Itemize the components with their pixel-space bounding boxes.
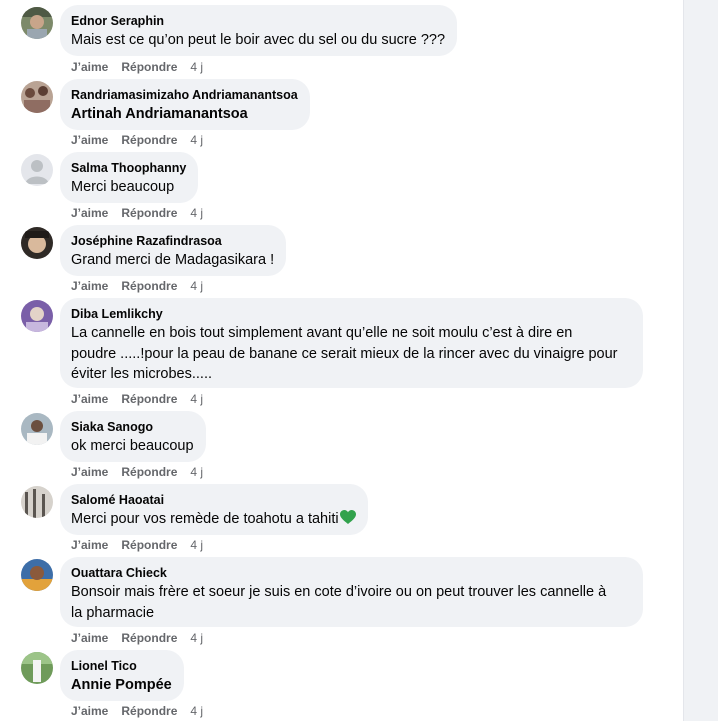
comment-actions: J’aime Répondre 4 j: [71, 465, 216, 479]
avatar[interactable]: [21, 154, 53, 186]
comment-bubble: Siaka Sanogo ok merci beaucoup: [60, 411, 206, 462]
comment-text: Bonsoir mais frère et soeur je suis en c…: [71, 582, 631, 623]
avatar[interactable]: [21, 652, 53, 684]
avatar[interactable]: [21, 227, 53, 259]
avatar[interactable]: [21, 559, 53, 591]
comment-text-line: La cannelle en bois tout simplement avan…: [71, 325, 573, 341]
comment-bubble: Salma Thoophanny Merci beaucoup: [60, 152, 199, 203]
comment-actions: J’aime Répondre 4 j: [71, 392, 216, 406]
comment-author[interactable]: Lionel Tico: [71, 659, 172, 674]
comment-actions: J’aime Répondre 4 j: [71, 631, 216, 645]
avatar[interactable]: [21, 413, 53, 445]
avatar[interactable]: [21, 300, 53, 332]
reply-button[interactable]: Répondre: [121, 465, 177, 479]
comment-time[interactable]: 4 j: [190, 392, 203, 406]
comment-bubble: Salomé Haoatai Merci pour vos remède de …: [60, 484, 368, 535]
comment-section: Ednor Seraphin Mais est ce qu’on peut le…: [0, 0, 718, 721]
comment-actions: J’aime Répondre 4 j: [71, 704, 216, 718]
tagged-user-link[interactable]: Artinah Andriamanantsoa: [71, 104, 298, 125]
comment-time[interactable]: 4 j: [190, 465, 203, 479]
comment-author[interactable]: Randriamasimizaho Andriamanantsoa: [71, 88, 298, 103]
comment-bubble: Lionel Tico Annie Pompée: [60, 650, 184, 701]
avatar[interactable]: [21, 486, 53, 518]
comment-actions: J’aime Répondre 4 j: [71, 133, 216, 147]
comment-text: Mais est ce qu’on peut le boir avec du s…: [71, 32, 446, 48]
comment-time[interactable]: 4 j: [190, 133, 203, 147]
like-button[interactable]: J’aime: [71, 538, 108, 552]
comment-time[interactable]: 4 j: [190, 538, 203, 552]
comment-author[interactable]: Siaka Sanogo: [71, 420, 194, 435]
avatar[interactable]: [21, 81, 53, 113]
comment-bubble: Diba Lemlikchy La cannelle en bois tout …: [60, 298, 643, 388]
like-button[interactable]: J’aime: [71, 206, 108, 220]
comment-text: Merci pour vos remède de toahotu a tahit…: [71, 509, 356, 532]
comment-text-line: Bonsoir mais frère et soeur je suis en c…: [71, 584, 607, 600]
comment-bubble: Randriamasimizaho Andriamanantsoa Artina…: [60, 79, 310, 130]
comment-text: Grand merci de Madagasikara !: [71, 252, 275, 268]
comment-author[interactable]: Diba Lemlikchy: [71, 307, 631, 322]
like-button[interactable]: J’aime: [71, 631, 108, 645]
reply-button[interactable]: Répondre: [121, 279, 177, 293]
comment-author[interactable]: Salma Thoophanny: [71, 161, 186, 176]
tagged-user-link[interactable]: Annie Pompée: [71, 675, 172, 696]
comment-bubble: Joséphine Razafindrasoa Grand merci de M…: [60, 225, 287, 276]
comment-time[interactable]: 4 j: [190, 206, 203, 220]
comment-time[interactable]: 4 j: [190, 60, 203, 74]
comment-text-line: poudre .....!pour la peau de banane ce s…: [71, 345, 618, 362]
like-button[interactable]: J’aime: [71, 704, 108, 718]
comment-actions: J’aime Répondre 4 j: [71, 538, 216, 552]
comment-time[interactable]: 4 j: [190, 631, 203, 645]
comment-author[interactable]: Salomé Haoatai: [71, 493, 356, 508]
comment-bubble: Ouattara Chieck Bonsoir mais frère et so…: [60, 557, 643, 627]
comment-text: ok merci beaucoup: [71, 438, 194, 454]
comment-actions: J’aime Répondre 4 j: [71, 206, 216, 220]
comment-text-content: Merci pour vos remède de toahotu a tahit…: [71, 511, 339, 527]
reply-button[interactable]: Répondre: [121, 538, 177, 552]
comment-bubble: Ednor Seraphin Mais est ce qu’on peut le…: [60, 5, 458, 56]
like-button[interactable]: J’aime: [71, 60, 108, 74]
page-background-edge: [683, 0, 718, 721]
comment-author[interactable]: Joséphine Razafindrasoa: [71, 234, 274, 249]
comment-text: La cannelle en bois tout simplement avan…: [71, 323, 631, 385]
like-button[interactable]: J’aime: [71, 465, 108, 479]
like-button[interactable]: J’aime: [71, 279, 108, 293]
like-button[interactable]: J’aime: [71, 392, 108, 406]
reply-button[interactable]: Répondre: [121, 206, 177, 220]
comment-author[interactable]: Ouattara Chieck: [71, 566, 631, 581]
comment-time[interactable]: 4 j: [190, 279, 203, 293]
comment-text-line: la pharmacie: [71, 604, 155, 621]
reply-button[interactable]: Répondre: [121, 133, 177, 147]
like-button[interactable]: J’aime: [71, 133, 108, 147]
reply-button[interactable]: Répondre: [121, 60, 177, 74]
reply-button[interactable]: Répondre: [121, 631, 177, 645]
comment-author[interactable]: Ednor Seraphin: [71, 14, 445, 29]
comment-text-line: éviter les microbes.....: [71, 366, 213, 382]
comment-text: Merci beaucoup: [71, 179, 175, 195]
comment-time[interactable]: 4 j: [190, 704, 203, 718]
avatar[interactable]: [21, 7, 53, 39]
reply-button[interactable]: Répondre: [121, 704, 177, 718]
comment-actions: J’aime Répondre 4 j: [71, 60, 216, 74]
comment-actions: J’aime Répondre 4 j: [71, 279, 216, 293]
green-heart-icon: [339, 510, 356, 532]
reply-button[interactable]: Répondre: [121, 392, 177, 406]
